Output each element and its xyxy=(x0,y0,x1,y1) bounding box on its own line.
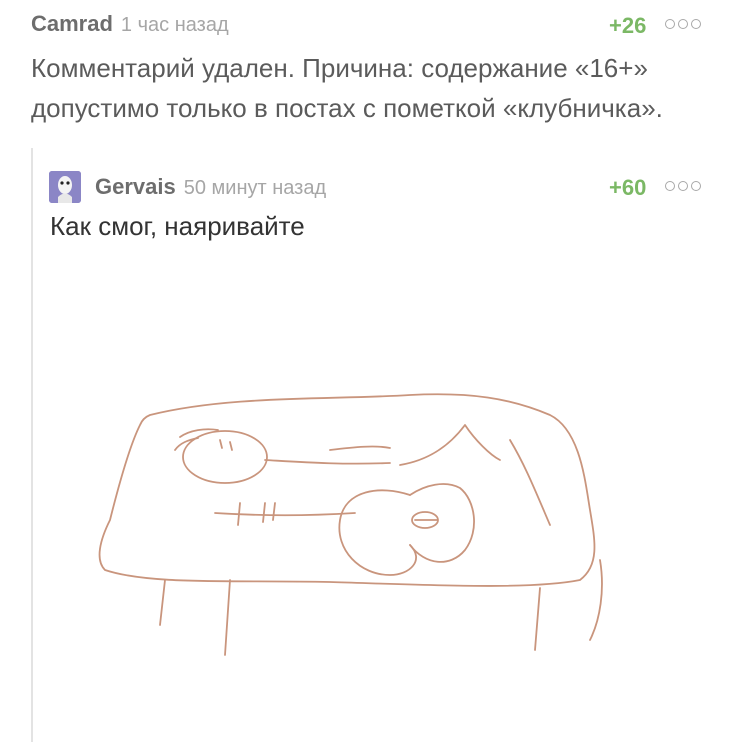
reply-comment-header: Gervais 50 минут назад xyxy=(95,174,326,200)
reply-comment-author[interactable]: Gervais xyxy=(95,174,176,200)
reply-attached-drawing[interactable] xyxy=(80,370,640,670)
parent-comment-more-icon[interactable] xyxy=(665,19,701,29)
parent-comment-text-line-2: допустимо только в постах с пометкой «кл… xyxy=(31,93,663,123)
reply-avatar[interactable] xyxy=(49,171,81,203)
thread-branch-line[interactable] xyxy=(31,148,33,742)
reply-comment-text: Как смог, наяривайте xyxy=(50,211,305,241)
parent-comment-header: Camrad 1 час назад xyxy=(31,11,229,37)
parent-comment-time[interactable]: 1 час назад xyxy=(121,14,229,37)
reply-comment-time[interactable]: 50 минут назад xyxy=(184,177,326,200)
reply-comment-more-icon[interactable] xyxy=(665,181,701,191)
parent-comment-text-line-1: Комментарий удален. Причина: содержание … xyxy=(31,53,648,83)
parent-comment-rating: +26 xyxy=(609,13,647,38)
reply-comment-rating: +60 xyxy=(609,175,647,200)
parent-comment-body: Комментарий удален. Причина: содержание … xyxy=(31,48,663,128)
parent-comment-author[interactable]: Camrad xyxy=(31,11,113,37)
